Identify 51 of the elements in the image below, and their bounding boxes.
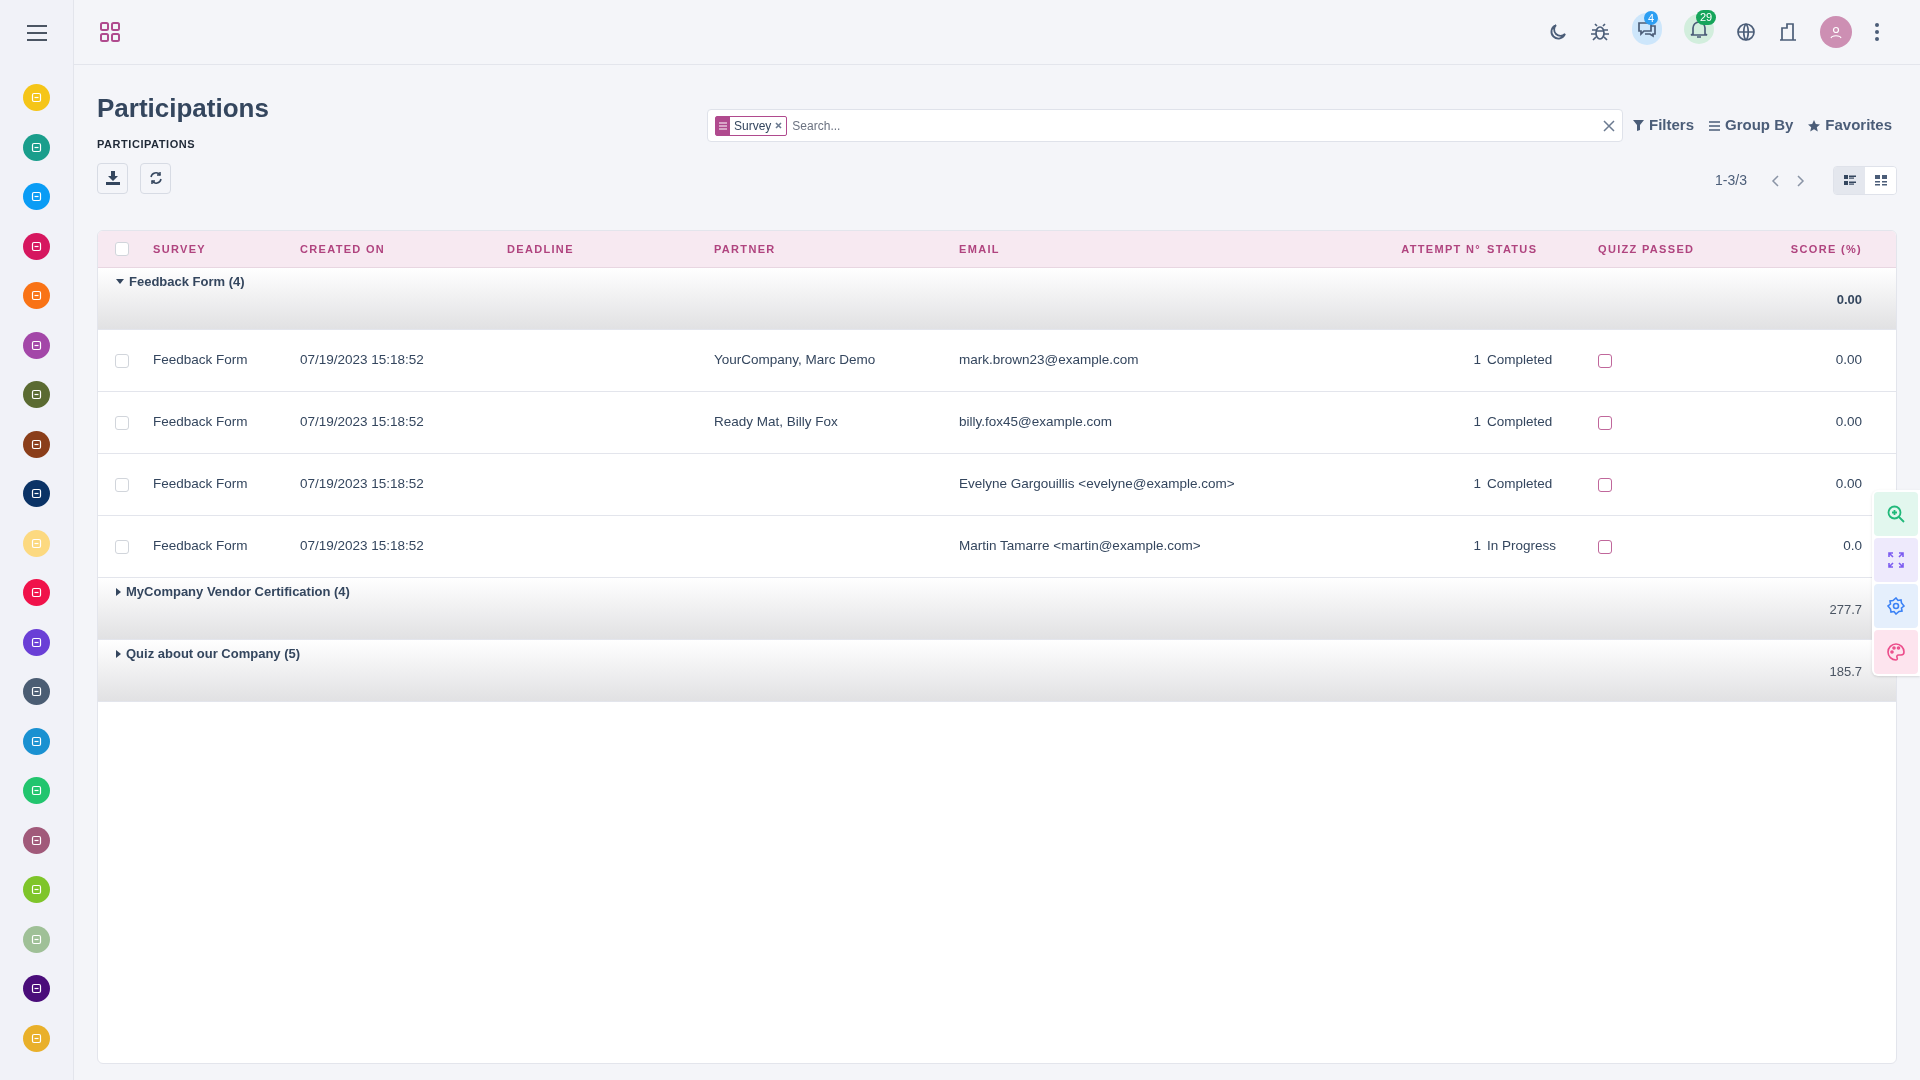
table-cell-text: Feedback Form bbox=[153, 413, 248, 432]
table-cell-text: YourCompany, Marc Demo bbox=[714, 351, 876, 370]
table-cell-text: 1 bbox=[1473, 475, 1481, 494]
group-label: Feedback Form (4) bbox=[129, 273, 245, 291]
column-header[interactable]: SURVEY bbox=[153, 242, 206, 255]
column-header[interactable]: DEADLINE bbox=[507, 242, 574, 255]
table-cell-text: mark.brown23@example.com bbox=[959, 351, 1139, 370]
table-cell-text: 0.00 bbox=[1835, 475, 1862, 494]
column-header[interactable]: QUIZZ PASSED bbox=[1598, 242, 1695, 255]
toolbar-button[interactable]: Filters bbox=[1633, 114, 1694, 137]
column-header[interactable]: SCORE (%) bbox=[1790, 242, 1862, 255]
table-cell-text: 1 bbox=[1473, 537, 1481, 556]
table-cell-text: Completed bbox=[1487, 475, 1553, 494]
column-header[interactable]: CREATED ON bbox=[300, 242, 386, 255]
table-cell-text: 07/19/2023 15:18:52 bbox=[300, 475, 424, 494]
table-cell-text: Feedback Form bbox=[153, 537, 248, 556]
table-cell-text: Ready Mat, Billy Fox bbox=[714, 413, 838, 432]
column-header[interactable]: STATUS bbox=[1487, 242, 1538, 255]
table-cell-text: 0.00 bbox=[1835, 351, 1862, 370]
notification-badge: 4 bbox=[1644, 11, 1658, 25]
table-cell-text: Feedback Form bbox=[153, 475, 248, 494]
group-total: 277.7 bbox=[1829, 601, 1862, 619]
table-cell-text: 07/19/2023 15:18:52 bbox=[300, 413, 424, 432]
table-cell-text: In Progress bbox=[1487, 537, 1557, 556]
table-cell-text: Completed bbox=[1487, 413, 1553, 432]
table-cell-text: Feedback Form bbox=[153, 351, 248, 370]
table-cell-text: Evelyne Gargouillis <evelyne@example.com> bbox=[959, 475, 1235, 494]
column-header[interactable]: ATTEMPT N° bbox=[1401, 242, 1481, 255]
table-cell-text: 07/19/2023 15:18:52 bbox=[300, 351, 424, 370]
group-total: 0.00 bbox=[1836, 291, 1862, 309]
group-total: 185.7 bbox=[1829, 663, 1862, 681]
breadcrumb: PARTICIPATIONS bbox=[97, 137, 197, 152]
table-cell-text: Completed bbox=[1487, 351, 1553, 370]
filter-tag[interactable]: Survey bbox=[715, 115, 788, 136]
group-label: Quiz about our Company (5) bbox=[126, 645, 301, 663]
table-cell-text: 07/19/2023 15:18:52 bbox=[300, 537, 424, 556]
column-header[interactable]: PARTNER bbox=[714, 242, 776, 255]
search-field[interactable]: Survey Search... bbox=[707, 109, 1623, 142]
toolbar-button[interactable]: Group By bbox=[1709, 114, 1794, 137]
table-cell-text: billy.fox45@example.com bbox=[959, 413, 1112, 432]
table-cell-text: 0.00 bbox=[1835, 413, 1862, 432]
column-header[interactable]: EMAIL bbox=[959, 242, 1000, 255]
group-label: MyCompany Vendor Certification (4) bbox=[126, 583, 350, 601]
pager-value: 1-3/3 bbox=[1715, 171, 1747, 190]
page-title: Participations bbox=[97, 92, 270, 124]
toolbar-button[interactable]: Favorites bbox=[1808, 114, 1893, 137]
table-cell-text: 1 bbox=[1473, 351, 1481, 370]
table-cell-text: 1 bbox=[1473, 413, 1481, 432]
notification-badge: 29 bbox=[1696, 10, 1717, 25]
table-cell-text: Martin Tamarre <martin@example.com> bbox=[959, 537, 1201, 556]
table-cell-text: 0.0 bbox=[1843, 537, 1862, 556]
